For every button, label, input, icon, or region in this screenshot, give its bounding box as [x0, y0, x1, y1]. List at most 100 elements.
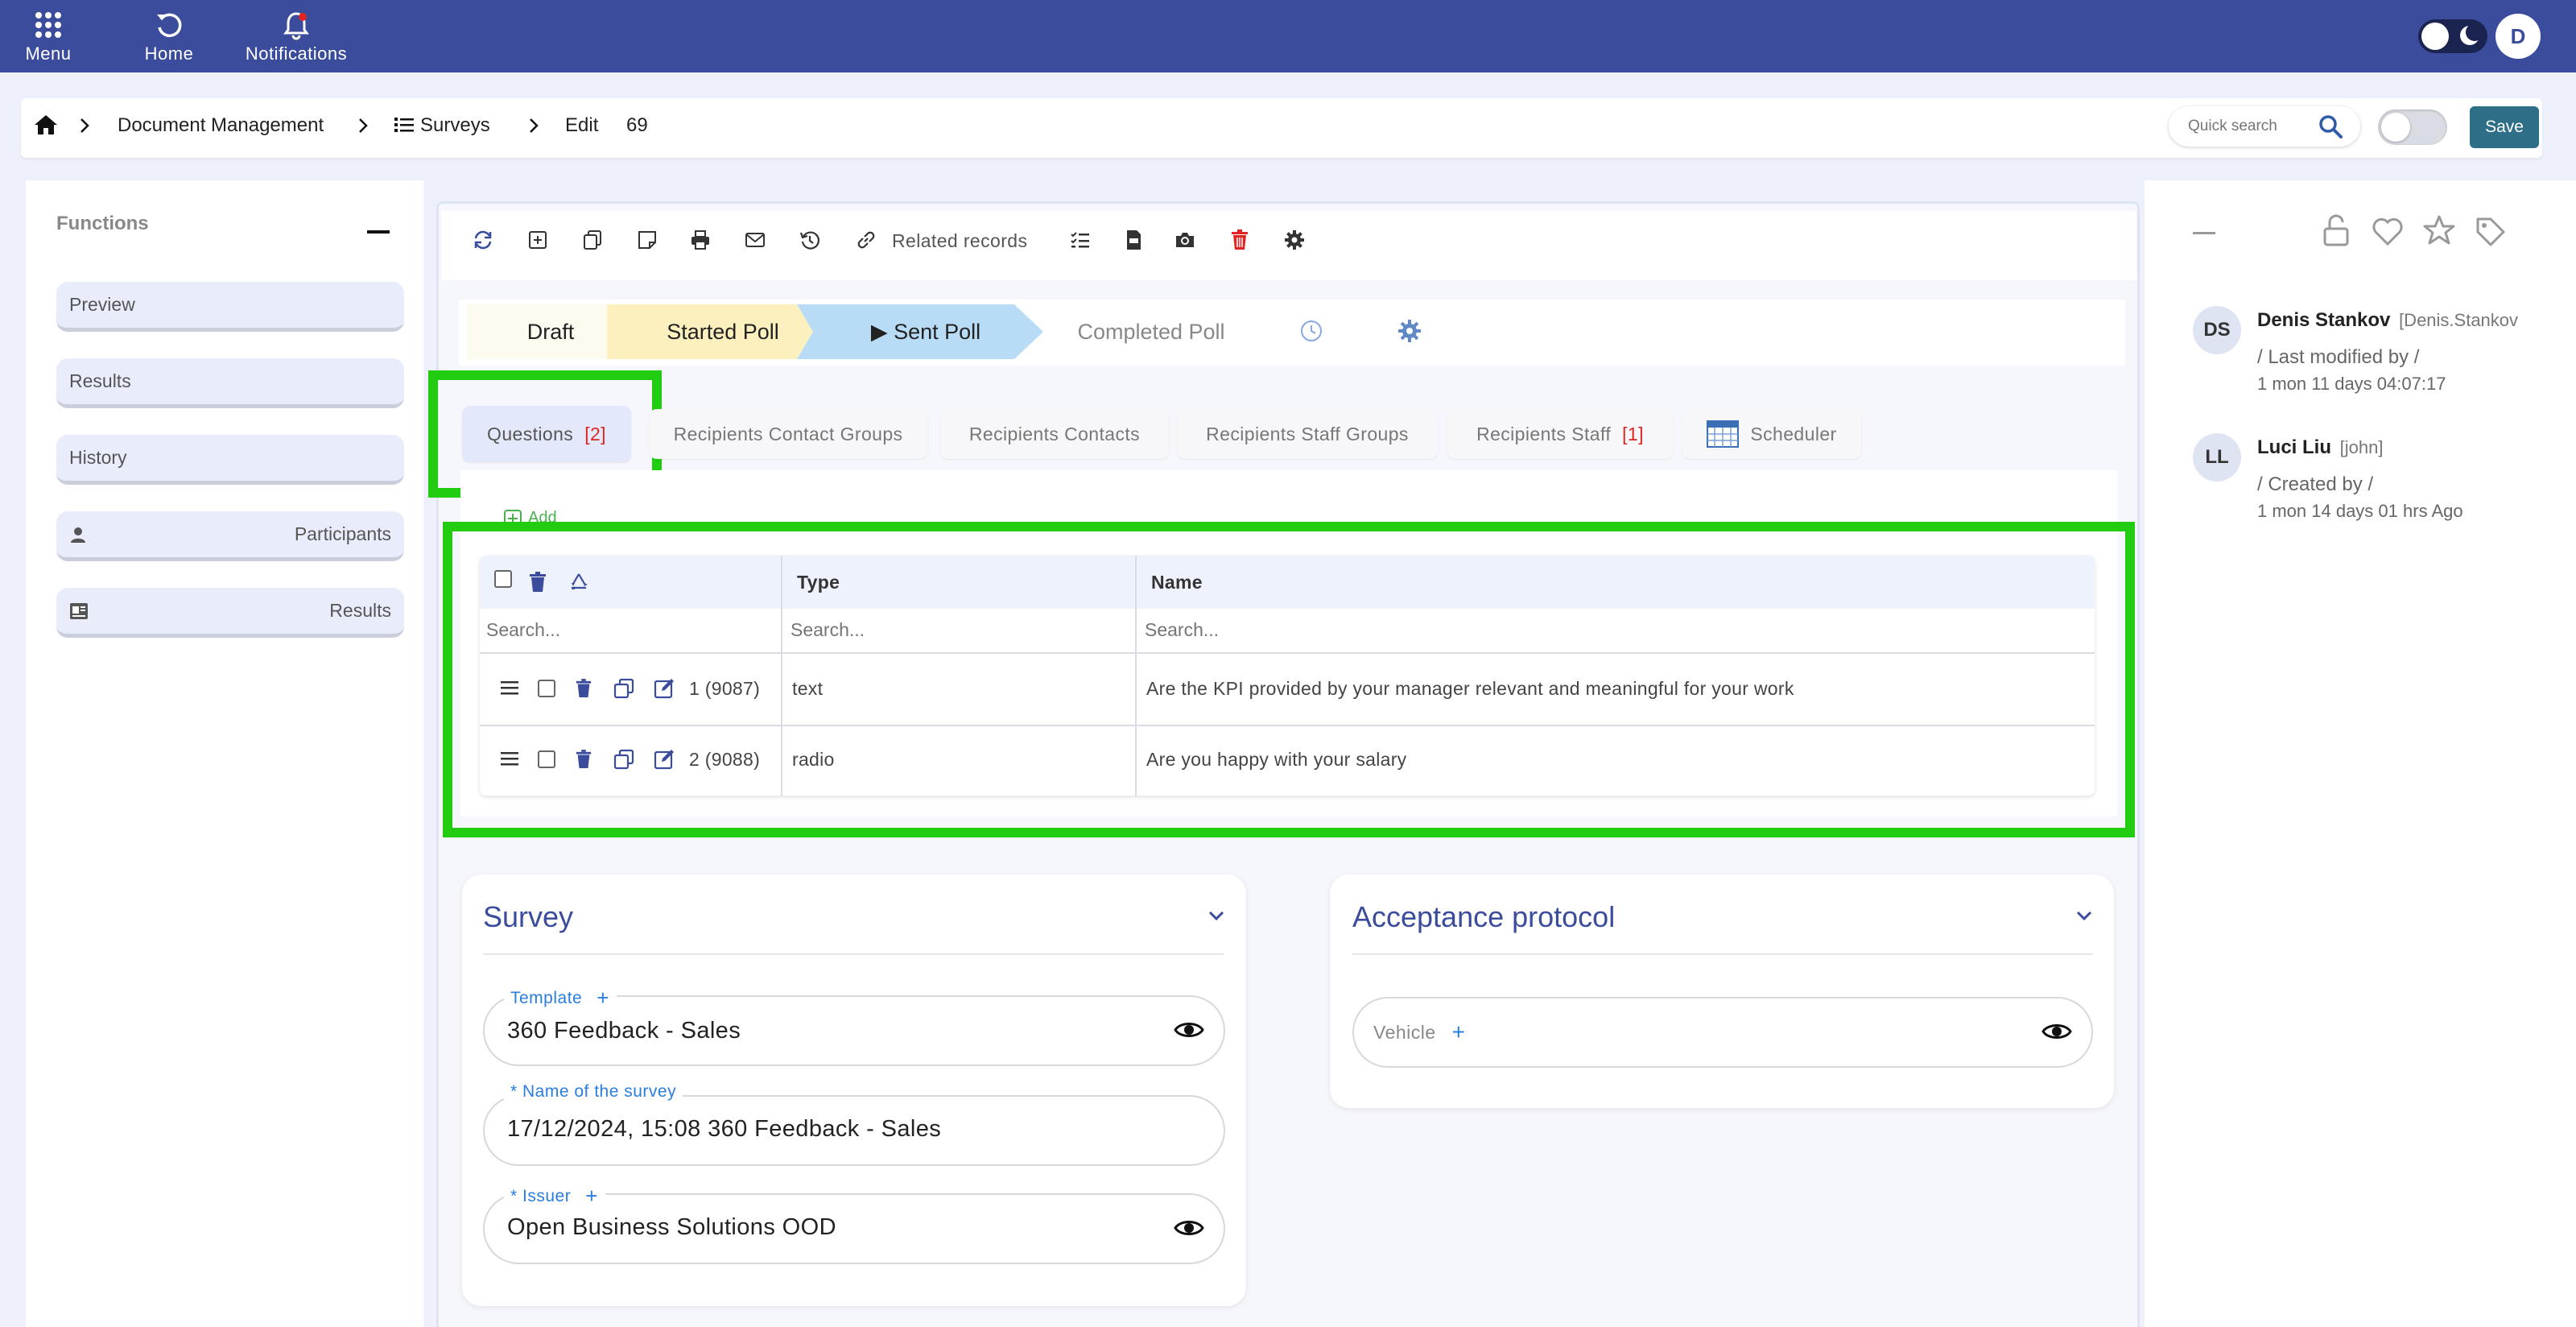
- checklist-icon[interactable]: [1069, 229, 1092, 251]
- survey-card-title: Survey: [483, 900, 574, 933]
- activity-user-name: Denis Stankov: [2257, 309, 2391, 331]
- tab-scheduler[interactable]: Scheduler: [1682, 409, 1861, 459]
- avatar: DS: [2193, 306, 2241, 354]
- home-icon[interactable]: [34, 114, 58, 136]
- breadcrumb-document-management[interactable]: Document Management: [118, 114, 324, 137]
- clock-icon[interactable]: [1299, 319, 1323, 343]
- grid-icon: [35, 12, 61, 38]
- function-history[interactable]: History: [56, 435, 404, 485]
- record-id: 69: [626, 114, 648, 136]
- theme-toggle[interactable]: [2418, 19, 2487, 53]
- function-results-pdf[interactable]: Results: [56, 588, 404, 638]
- eye-icon[interactable]: [1174, 1217, 1204, 1238]
- quick-search-input[interactable]: [2188, 114, 2317, 138]
- calendar-icon: [1707, 420, 1740, 448]
- function-results[interactable]: Results: [56, 358, 404, 408]
- notifications-button[interactable]: Notifications: [238, 10, 354, 64]
- star-icon[interactable]: [2423, 214, 2455, 246]
- issuer-label-wrap: * Issuer +: [504, 1184, 606, 1209]
- tab-label: Recipients Contact Groups: [673, 423, 903, 444]
- copy-icon[interactable]: [581, 229, 604, 251]
- camera-icon[interactable]: [1174, 229, 1196, 251]
- menu-button[interactable]: Menu: [23, 10, 74, 64]
- function-participants[interactable]: Participants: [56, 511, 404, 561]
- function-label: Participants: [294, 523, 391, 544]
- note-icon[interactable]: [636, 229, 658, 251]
- function-label: Results: [329, 600, 391, 621]
- delete-icon[interactable]: [1228, 229, 1251, 251]
- chevron-down-icon[interactable]: [2075, 910, 2093, 923]
- toggle-knob: [2381, 113, 2410, 142]
- activity-action: / Created by /: [2257, 473, 2374, 495]
- activity-username: [Denis.Stankov: [2399, 310, 2519, 330]
- pdf-icon[interactable]: [1122, 229, 1145, 251]
- template-label-wrap: Template +: [504, 986, 617, 1011]
- function-label: Preview: [69, 294, 135, 315]
- email-icon[interactable]: [744, 229, 766, 251]
- toggle-knob: [2421, 23, 2449, 50]
- vehicle-label: Vehicle: [1373, 1021, 1436, 1043]
- tab-label: Recipients Contacts: [968, 423, 1141, 444]
- quick-search[interactable]: [2169, 106, 2360, 147]
- stage-completed-poll[interactable]: Completed Poll: [1046, 304, 1256, 359]
- eye-icon[interactable]: [2041, 1021, 2072, 1042]
- add-issuer-button[interactable]: +: [585, 1184, 597, 1209]
- chevron-down-icon[interactable]: [1208, 910, 1225, 923]
- search-icon[interactable]: [2317, 113, 2344, 140]
- tab-recipients-contact-groups[interactable]: Recipients Contact Groups: [649, 409, 927, 459]
- issuer-value: Open Business Solutions OOD: [507, 1214, 836, 1240]
- home-label: Home: [144, 43, 194, 64]
- collapse-icon[interactable]: [2193, 232, 2215, 234]
- add-vehicle-button[interactable]: +: [1452, 1019, 1465, 1045]
- activity-item: Denis Stankov [Denis.Stankov: [2257, 309, 2576, 332]
- survey-name-label: * Name of the survey: [504, 1082, 683, 1102]
- moon-icon: [2460, 23, 2483, 45]
- tag-icon[interactable]: [2475, 216, 2507, 248]
- activity-item: Luci Liu [john]: [2257, 436, 2576, 459]
- tab-recipients-staff[interactable]: Recipients Staff [1]: [1447, 409, 1673, 459]
- stage-sent-poll[interactable]: ▶ Sent Poll: [829, 304, 1022, 359]
- function-label: Results: [69, 370, 131, 391]
- heart-icon[interactable]: [2372, 217, 2404, 246]
- eye-icon[interactable]: [1174, 1019, 1204, 1040]
- activity-user-name: Luci Liu: [2257, 436, 2331, 458]
- edit-mode-toggle[interactable]: [2378, 110, 2447, 145]
- breadcrumb-edit: Edit: [565, 114, 599, 136]
- highlight-questions-table: [443, 522, 2135, 837]
- activity-action: / Last modified by /: [2257, 346, 2420, 368]
- add-record-icon[interactable]: [526, 229, 549, 251]
- chevron-right-icon: [80, 118, 89, 133]
- template-label: Template: [504, 988, 589, 1008]
- acceptance-card-title: Acceptance protocol: [1352, 900, 1616, 933]
- stage-draft[interactable]: Draft: [483, 304, 618, 359]
- tab-label: Recipients Staff: [1476, 423, 1612, 444]
- breadcrumb-surveys[interactable]: Surveys: [420, 114, 490, 137]
- unlock-icon[interactable]: [2322, 214, 2351, 246]
- print-icon[interactable]: [689, 229, 712, 251]
- vehicle-label-wrap: Vehicle +: [1373, 1019, 1465, 1045]
- function-label: History: [69, 447, 127, 468]
- tab-recipients-contacts[interactable]: Recipients Contacts: [940, 409, 1169, 459]
- activity-time: 1 mon 11 days 04:07:17: [2257, 374, 2446, 394]
- divider: [1352, 953, 2093, 955]
- list-icon: [394, 118, 414, 132]
- save-button[interactable]: Save: [2470, 106, 2539, 148]
- related-records-button[interactable]: Related records: [892, 230, 1027, 252]
- collapse-icon[interactable]: [367, 230, 390, 234]
- tab-recipients-staff-groups[interactable]: Recipients Staff Groups: [1177, 409, 1438, 459]
- top-navbar: [0, 0, 2576, 72]
- stage-started-poll[interactable]: Started Poll: [620, 304, 826, 359]
- refresh-icon[interactable]: [472, 229, 494, 251]
- history-icon[interactable]: [799, 229, 821, 251]
- link-icon[interactable]: [855, 229, 877, 251]
- chevron-right-icon: [359, 118, 368, 133]
- stage-settings-icon[interactable]: [1397, 319, 1422, 343]
- activity-time: 1 mon 14 days 01 hrs Ago: [2257, 501, 2463, 521]
- gear-icon[interactable]: [1283, 229, 1306, 251]
- home-button[interactable]: Home: [138, 10, 200, 64]
- functions-panel: [26, 180, 423, 1327]
- activity-username: [john]: [2339, 437, 2384, 457]
- add-template-button[interactable]: +: [597, 986, 609, 1011]
- user-avatar[interactable]: D: [2496, 14, 2541, 59]
- function-preview[interactable]: Preview: [56, 282, 404, 332]
